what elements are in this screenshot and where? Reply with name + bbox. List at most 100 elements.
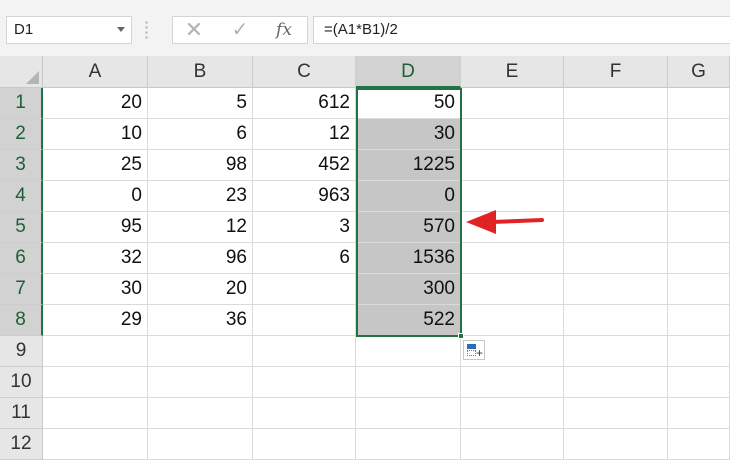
- cell-e8[interactable]: [461, 305, 564, 336]
- cell-e10[interactable]: [461, 367, 564, 398]
- column-header-b[interactable]: B: [148, 56, 253, 88]
- cell-a5[interactable]: 95: [43, 212, 148, 243]
- cancel-icon[interactable]: ✕: [179, 17, 209, 43]
- cell-c7[interactable]: [253, 274, 356, 305]
- cell-a12[interactable]: [43, 429, 148, 460]
- cell-a1[interactable]: 20: [43, 88, 148, 119]
- cell-b5[interactable]: 12: [148, 212, 253, 243]
- cell-b4[interactable]: 23: [148, 181, 253, 212]
- cell-g7[interactable]: [668, 274, 730, 305]
- cell-g12[interactable]: [668, 429, 730, 460]
- row-header-8[interactable]: 8: [0, 305, 43, 336]
- cell-b1[interactable]: 5: [148, 88, 253, 119]
- cell-e11[interactable]: [461, 398, 564, 429]
- cell-d9[interactable]: [356, 336, 461, 367]
- cell-d8[interactable]: 522: [356, 305, 461, 336]
- cell-b7[interactable]: 20: [148, 274, 253, 305]
- cell-e1[interactable]: [461, 88, 564, 119]
- cell-e6[interactable]: [461, 243, 564, 274]
- cell-e7[interactable]: [461, 274, 564, 305]
- row-header-1[interactable]: 1: [0, 88, 43, 119]
- formula-bar-divider[interactable]: [145, 20, 148, 40]
- cell-b9[interactable]: [148, 336, 253, 367]
- row-header-11[interactable]: 11: [0, 398, 43, 429]
- row-header-2[interactable]: 2: [0, 119, 43, 150]
- cell-d5[interactable]: 570: [356, 212, 461, 243]
- cell-g11[interactable]: [668, 398, 730, 429]
- select-all-button[interactable]: [0, 56, 43, 88]
- cell-g2[interactable]: [668, 119, 730, 150]
- cell-d4[interactable]: 0: [356, 181, 461, 212]
- cell-d6[interactable]: 1536: [356, 243, 461, 274]
- column-header-c[interactable]: C: [253, 56, 356, 88]
- formula-input[interactable]: =(A1*B1)/2: [313, 16, 730, 44]
- name-box[interactable]: D1: [6, 16, 132, 44]
- cell-f8[interactable]: [564, 305, 668, 336]
- cell-a6[interactable]: 32: [43, 243, 148, 274]
- cell-b8[interactable]: 36: [148, 305, 253, 336]
- cell-a11[interactable]: [43, 398, 148, 429]
- cell-b12[interactable]: [148, 429, 253, 460]
- cell-a7[interactable]: 30: [43, 274, 148, 305]
- row-header-6[interactable]: 6: [0, 243, 43, 274]
- row-header-9[interactable]: 9: [0, 336, 43, 367]
- cell-b3[interactable]: 98: [148, 150, 253, 181]
- cell-g9[interactable]: [668, 336, 730, 367]
- cell-f4[interactable]: [564, 181, 668, 212]
- row-header-5[interactable]: 5: [0, 212, 43, 243]
- cell-c12[interactable]: [253, 429, 356, 460]
- cell-b11[interactable]: [148, 398, 253, 429]
- cell-a4[interactable]: 0: [43, 181, 148, 212]
- cell-f2[interactable]: [564, 119, 668, 150]
- cell-c1[interactable]: 612: [253, 88, 356, 119]
- cell-f9[interactable]: [564, 336, 668, 367]
- cell-f6[interactable]: [564, 243, 668, 274]
- cell-g1[interactable]: [668, 88, 730, 119]
- cell-e12[interactable]: [461, 429, 564, 460]
- cell-g4[interactable]: [668, 181, 730, 212]
- row-header-10[interactable]: 10: [0, 367, 43, 398]
- cell-d2[interactable]: 30: [356, 119, 461, 150]
- cell-c9[interactable]: [253, 336, 356, 367]
- cell-b6[interactable]: 96: [148, 243, 253, 274]
- cell-g8[interactable]: [668, 305, 730, 336]
- cell-f12[interactable]: [564, 429, 668, 460]
- cell-f10[interactable]: [564, 367, 668, 398]
- cell-d12[interactable]: [356, 429, 461, 460]
- row-header-7[interactable]: 7: [0, 274, 43, 305]
- cell-c2[interactable]: 12: [253, 119, 356, 150]
- cell-b2[interactable]: 6: [148, 119, 253, 150]
- cell-a10[interactable]: [43, 367, 148, 398]
- cell-a2[interactable]: 10: [43, 119, 148, 150]
- cell-c8[interactable]: [253, 305, 356, 336]
- chevron-down-icon[interactable]: [117, 27, 125, 32]
- cell-d7[interactable]: 300: [356, 274, 461, 305]
- cell-f3[interactable]: [564, 150, 668, 181]
- cell-d11[interactable]: [356, 398, 461, 429]
- cell-c11[interactable]: [253, 398, 356, 429]
- quick-analysis-icon[interactable]: +: [463, 340, 485, 360]
- enter-icon[interactable]: ✓: [225, 17, 255, 43]
- cell-d1[interactable]: 50: [356, 88, 461, 119]
- cell-g10[interactable]: [668, 367, 730, 398]
- cell-c5[interactable]: 3: [253, 212, 356, 243]
- fill-handle[interactable]: [458, 333, 464, 339]
- row-header-12[interactable]: 12: [0, 429, 43, 460]
- cell-f7[interactable]: [564, 274, 668, 305]
- cell-a3[interactable]: 25: [43, 150, 148, 181]
- insert-function-icon[interactable]: fx: [269, 17, 299, 43]
- column-header-d[interactable]: D: [356, 56, 461, 88]
- cell-a9[interactable]: [43, 336, 148, 367]
- cell-e3[interactable]: [461, 150, 564, 181]
- cell-c3[interactable]: 452: [253, 150, 356, 181]
- row-header-3[interactable]: 3: [0, 150, 43, 181]
- cell-g5[interactable]: [668, 212, 730, 243]
- column-header-f[interactable]: F: [564, 56, 668, 88]
- cell-c10[interactable]: [253, 367, 356, 398]
- column-header-g[interactable]: G: [668, 56, 730, 88]
- cell-a8[interactable]: 29: [43, 305, 148, 336]
- cell-c6[interactable]: 6: [253, 243, 356, 274]
- cell-f5[interactable]: [564, 212, 668, 243]
- cell-c4[interactable]: 963: [253, 181, 356, 212]
- cell-d10[interactable]: [356, 367, 461, 398]
